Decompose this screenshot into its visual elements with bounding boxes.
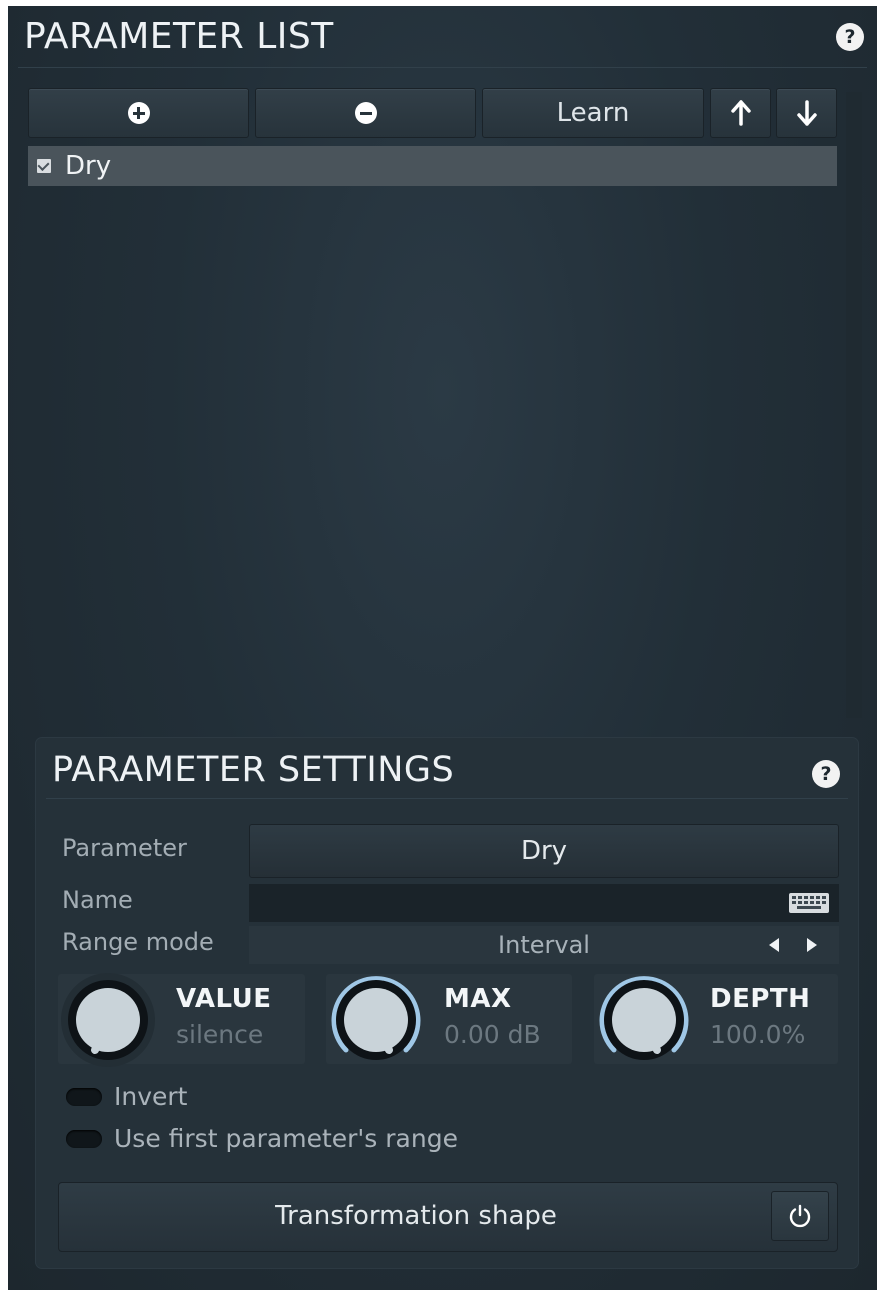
value-knob-readout: silence — [176, 1020, 264, 1049]
divider — [46, 798, 848, 799]
range-mode-selector[interactable]: Interval — [249, 926, 839, 964]
use-first-range-toggle-row[interactable]: Use first parameter's range — [66, 1124, 458, 1153]
name-field[interactable] — [249, 884, 839, 922]
transformation-shape-label: Transformation shape — [275, 1201, 557, 1231]
help-icon[interactable]: ? — [836, 23, 864, 51]
value-knob-title: VALUE — [176, 984, 272, 1014]
value-knob-block: VALUE silence — [58, 973, 305, 1067]
depth-knob-block: DEPTH 100.0% — [594, 974, 838, 1064]
power-icon — [789, 1204, 811, 1228]
list-scrollbar[interactable] — [846, 92, 862, 718]
name-label: Name — [62, 886, 133, 914]
move-up-button[interactable] — [710, 88, 771, 138]
next-arrow-icon[interactable] — [807, 938, 817, 952]
range-mode-label: Range mode — [62, 928, 214, 956]
max-knob-readout: 0.00 dB — [444, 1020, 541, 1049]
depth-knob-readout: 100.0% — [710, 1020, 806, 1049]
learn-button[interactable]: Learn — [482, 88, 704, 138]
max-knob-block: MAX 0.00 dB — [326, 974, 572, 1064]
invert-toggle[interactable] — [66, 1087, 102, 1106]
move-down-button[interactable] — [776, 88, 837, 138]
power-button[interactable] — [771, 1191, 829, 1241]
settings-title: PARAMETER SETTINGS — [52, 750, 455, 790]
depth-knob-title: DEPTH — [710, 984, 811, 1014]
parameter-label: Parameter — [62, 834, 187, 862]
transformation-shape-button[interactable]: Transformation shape — [58, 1182, 838, 1252]
invert-label: Invert — [114, 1082, 188, 1111]
value-knob[interactable] — [58, 970, 158, 1070]
parameter-list: Dry — [28, 146, 837, 726]
plus-circle-icon — [127, 102, 150, 124]
invert-toggle-row[interactable]: Invert — [66, 1082, 187, 1111]
page-title: PARAMETER LIST — [24, 16, 334, 57]
checkbox[interactable] — [37, 159, 51, 173]
settings-help-icon[interactable]: ? — [812, 760, 840, 788]
header: PARAMETER LIST ? — [8, 6, 877, 68]
arrow-down-icon — [796, 100, 817, 126]
divider — [18, 67, 867, 68]
parameter-selector[interactable]: Dry — [249, 824, 839, 878]
use-first-range-toggle[interactable] — [66, 1129, 102, 1148]
parameter-settings-panel: PARAMETER SETTINGS ? Parameter Dry Name … — [36, 738, 858, 1268]
range-mode-value: Interval — [498, 931, 590, 959]
arrow-up-icon — [730, 100, 751, 126]
max-knob[interactable] — [326, 970, 426, 1070]
parameter-list-panel: PARAMETER LIST ? Learn Dry PARAMETER SET… — [8, 6, 877, 1290]
add-parameter-button[interactable] — [28, 88, 249, 138]
use-first-range-label: Use first parameter's range — [114, 1124, 458, 1153]
previous-arrow-icon[interactable] — [769, 938, 779, 952]
minus-circle-icon — [354, 102, 377, 124]
remove-parameter-button[interactable] — [255, 88, 476, 138]
list-item-label: Dry — [65, 151, 112, 181]
learn-label: Learn — [556, 98, 630, 128]
depth-knob[interactable] — [594, 970, 694, 1070]
max-knob-title: MAX — [444, 984, 512, 1014]
keyboard-icon[interactable] — [789, 893, 829, 913]
list-item[interactable]: Dry — [28, 146, 837, 186]
